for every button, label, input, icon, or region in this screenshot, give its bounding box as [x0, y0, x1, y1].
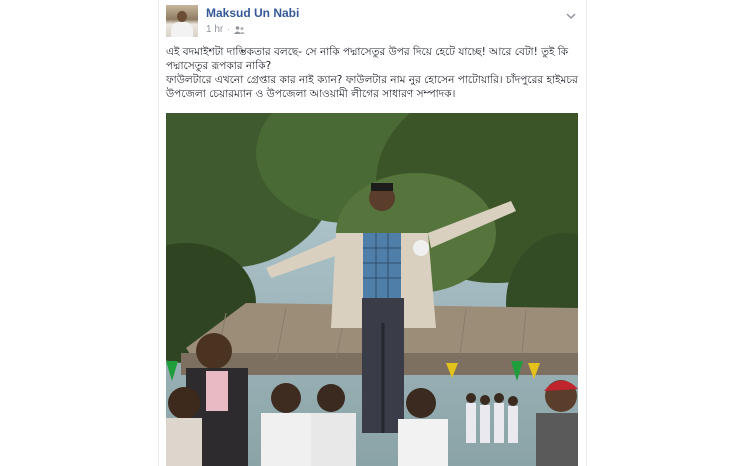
author-name-link[interactable]: Maksud Un Nabi — [206, 6, 299, 20]
facebook-post-card: Maksud Un Nabi 1 hr · এই বদমাইশটা দাম্ভি… — [158, 0, 587, 466]
post-text-line: ফাউলটারে এখনো গ্রেপ্তার কার নাই ক্যান? ফ… — [166, 74, 578, 100]
post-meta: 1 hr · — [206, 24, 245, 35]
post-text: এই বদমাইশটা দাম্ভিকতার বলছে- সে নাকি পদ্… — [166, 45, 581, 101]
post-photo[interactable] — [166, 113, 578, 466]
friends-icon[interactable] — [233, 25, 245, 34]
post-text-line: এই বদমাইশটা দাম্ভিকতার বলছে- সে নাকি পদ্… — [166, 46, 569, 72]
photo-scene — [166, 113, 578, 466]
avatar-head — [177, 11, 187, 22]
post-timestamp[interactable]: 1 hr — [206, 24, 223, 35]
author-avatar[interactable] — [166, 5, 198, 37]
meta-separator: · — [227, 25, 230, 34]
chevron-down-icon[interactable] — [565, 6, 577, 20]
avatar-shirt — [171, 22, 193, 37]
